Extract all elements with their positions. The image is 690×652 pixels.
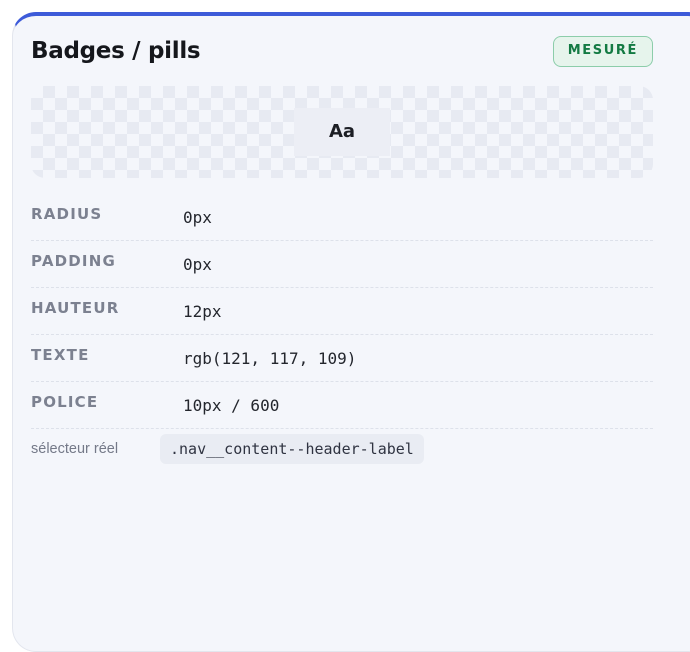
property-label: TEXTE — [31, 346, 90, 364]
selector-code[interactable]: .nav__content--header-label — [160, 434, 424, 464]
property-row-text: TEXTE rgb(121, 117, 109) — [31, 335, 653, 382]
property-row-height: HAUTEUR 12px — [31, 288, 653, 335]
property-value: 0px — [183, 255, 212, 274]
property-value: 12px — [183, 302, 222, 321]
property-label: RADIUS — [31, 205, 103, 223]
property-row-padding: PADDING 0px — [31, 241, 653, 288]
property-row-radius: RADIUS 0px — [31, 194, 653, 241]
card-header: Badges / pills MESURÉ — [31, 36, 653, 76]
selector-label: sélecteur réel — [31, 441, 119, 457]
property-label: HAUTEUR — [31, 299, 120, 317]
preview-sample: Aa — [294, 108, 390, 156]
preview-area: Aa — [31, 86, 653, 178]
property-row-font: POLICE 10px / 600 — [31, 382, 653, 429]
property-value: 0px — [183, 208, 212, 227]
card-title: Badges / pills — [31, 38, 201, 64]
property-label: PADDING — [31, 252, 116, 270]
properties-list: RADIUS 0px PADDING 0px HAUTEUR 12px TEXT… — [31, 194, 653, 429]
selector-row: sélecteur réel .nav__content--header-lab… — [31, 434, 653, 464]
status-badge: MESURÉ — [552, 36, 653, 67]
property-value: rgb(121, 117, 109) — [183, 349, 357, 368]
property-label: POLICE — [31, 393, 99, 411]
property-value: 10px / 600 — [183, 396, 280, 415]
